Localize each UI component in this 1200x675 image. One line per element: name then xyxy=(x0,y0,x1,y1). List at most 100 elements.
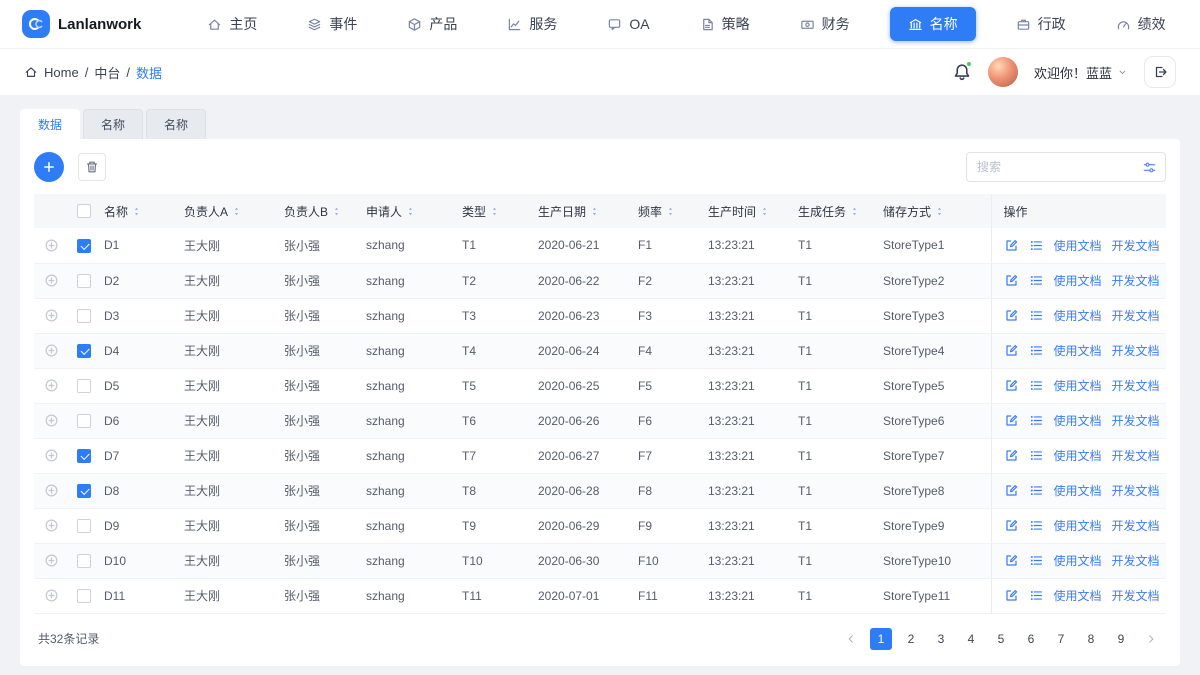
use-doc-link[interactable]: 使用文档 xyxy=(1054,447,1102,464)
column-header[interactable]: 生成任务 xyxy=(794,194,879,228)
use-doc-link[interactable]: 使用文档 xyxy=(1054,552,1102,569)
edit-icon[interactable] xyxy=(1004,378,1019,393)
use-doc-link[interactable]: 使用文档 xyxy=(1054,517,1102,534)
row-checkbox[interactable] xyxy=(77,448,91,463)
nav-item[interactable]: 财务 xyxy=(790,7,860,41)
detail-list-icon[interactable] xyxy=(1029,238,1044,253)
dev-doc-link[interactable]: 开发文档 xyxy=(1112,552,1160,569)
column-header[interactable]: 生产日期 xyxy=(534,194,634,228)
dev-doc-link[interactable]: 开发文档 xyxy=(1112,272,1160,289)
logout-button[interactable] xyxy=(1144,56,1176,88)
avatar[interactable] xyxy=(987,57,1018,87)
sort-icon[interactable] xyxy=(331,206,342,217)
use-doc-link[interactable]: 使用文档 xyxy=(1054,587,1102,604)
edit-icon[interactable] xyxy=(1004,448,1019,463)
row-checkbox[interactable] xyxy=(77,378,91,393)
expand-plus-icon[interactable] xyxy=(44,553,59,568)
column-header[interactable]: 储存方式 xyxy=(879,194,991,228)
column-header[interactable]: 频率 xyxy=(634,194,704,228)
expand-plus-icon[interactable] xyxy=(44,378,59,393)
breadcrumb-item-home[interactable]: Home xyxy=(44,65,79,80)
page-button[interactable]: 7 xyxy=(1050,628,1072,650)
sort-icon[interactable] xyxy=(759,206,770,217)
page-button[interactable]: 2 xyxy=(900,628,922,650)
page-button[interactable]: 4 xyxy=(960,628,982,650)
use-doc-link[interactable]: 使用文档 xyxy=(1054,377,1102,394)
expand-plus-icon[interactable] xyxy=(44,308,59,323)
select-all-checkbox[interactable] xyxy=(77,204,91,219)
delete-button[interactable] xyxy=(78,153,106,181)
use-doc-link[interactable]: 使用文档 xyxy=(1054,342,1102,359)
dev-doc-link[interactable]: 开发文档 xyxy=(1112,412,1160,429)
edit-icon[interactable] xyxy=(1004,308,1019,323)
dev-doc-link[interactable]: 开发文档 xyxy=(1112,307,1160,324)
user-menu[interactable]: 欢迎你！蓝蓝 xyxy=(1034,63,1128,82)
column-settings-icon[interactable] xyxy=(1142,160,1157,175)
sort-icon[interactable] xyxy=(131,206,142,217)
nav-item[interactable]: 绩效 xyxy=(1106,7,1176,41)
breadcrumb-item-platform[interactable]: 中台 xyxy=(94,63,120,82)
edit-icon[interactable] xyxy=(1004,343,1019,358)
column-header[interactable]: 类型 xyxy=(458,194,534,228)
row-checkbox[interactable] xyxy=(77,413,91,428)
edit-icon[interactable] xyxy=(1004,553,1019,568)
search-input[interactable] xyxy=(975,159,1136,175)
detail-list-icon[interactable] xyxy=(1029,588,1044,603)
tab[interactable]: 名称 xyxy=(83,109,144,139)
row-checkbox[interactable] xyxy=(77,308,91,323)
dev-doc-link[interactable]: 开发文档 xyxy=(1112,587,1160,604)
detail-list-icon[interactable] xyxy=(1029,273,1044,288)
edit-icon[interactable] xyxy=(1004,518,1019,533)
edit-icon[interactable] xyxy=(1004,273,1019,288)
nav-item[interactable]: 名称 xyxy=(889,7,976,41)
edit-icon[interactable] xyxy=(1004,588,1019,603)
row-checkbox[interactable] xyxy=(77,483,91,498)
nav-item[interactable]: 主页 xyxy=(197,7,267,41)
dev-doc-link[interactable]: 开发文档 xyxy=(1112,342,1160,359)
column-header[interactable]: 负责人B xyxy=(280,194,362,228)
sort-icon[interactable] xyxy=(849,206,860,217)
edit-icon[interactable] xyxy=(1004,483,1019,498)
expand-plus-icon[interactable] xyxy=(44,518,59,533)
page-button[interactable]: 6 xyxy=(1020,628,1042,650)
use-doc-link[interactable]: 使用文档 xyxy=(1054,307,1102,324)
expand-plus-icon[interactable] xyxy=(44,483,59,498)
page-button[interactable]: 9 xyxy=(1110,628,1132,650)
detail-list-icon[interactable] xyxy=(1029,378,1044,393)
page-button[interactable]: 3 xyxy=(930,628,952,650)
next-page-button[interactable] xyxy=(1140,628,1162,650)
detail-list-icon[interactable] xyxy=(1029,413,1044,428)
page-button[interactable]: 5 xyxy=(990,628,1012,650)
sort-icon[interactable] xyxy=(934,206,945,217)
tab[interactable]: 数据 xyxy=(20,109,81,139)
sort-icon[interactable] xyxy=(589,206,600,217)
nav-item[interactable]: 服务 xyxy=(497,7,567,41)
column-header[interactable]: 名称 xyxy=(100,194,180,228)
edit-icon[interactable] xyxy=(1004,413,1019,428)
use-doc-link[interactable]: 使用文档 xyxy=(1054,482,1102,499)
expand-plus-icon[interactable] xyxy=(44,238,59,253)
column-header[interactable]: 生产时间 xyxy=(704,194,794,228)
prev-page-button[interactable] xyxy=(840,628,862,650)
expand-plus-icon[interactable] xyxy=(44,343,59,358)
add-button[interactable] xyxy=(34,152,64,182)
column-header[interactable]: 申请人 xyxy=(362,194,458,228)
row-checkbox[interactable] xyxy=(77,588,91,603)
use-doc-link[interactable]: 使用文档 xyxy=(1054,412,1102,429)
detail-list-icon[interactable] xyxy=(1029,448,1044,463)
detail-list-icon[interactable] xyxy=(1029,308,1044,323)
detail-list-icon[interactable] xyxy=(1029,553,1044,568)
sort-icon[interactable] xyxy=(405,206,416,217)
edit-icon[interactable] xyxy=(1004,238,1019,253)
page-button[interactable]: 1 xyxy=(870,627,892,650)
sort-icon[interactable] xyxy=(665,206,676,217)
detail-list-icon[interactable] xyxy=(1029,483,1044,498)
nav-item[interactable]: 行政 xyxy=(1006,7,1076,41)
nav-item[interactable]: 事件 xyxy=(297,7,367,41)
page-button[interactable]: 8 xyxy=(1080,628,1102,650)
expand-plus-icon[interactable] xyxy=(44,413,59,428)
row-checkbox[interactable] xyxy=(77,273,91,288)
notifications-button[interactable] xyxy=(952,61,972,82)
dev-doc-link[interactable]: 开发文档 xyxy=(1112,377,1160,394)
dev-doc-link[interactable]: 开发文档 xyxy=(1112,482,1160,499)
